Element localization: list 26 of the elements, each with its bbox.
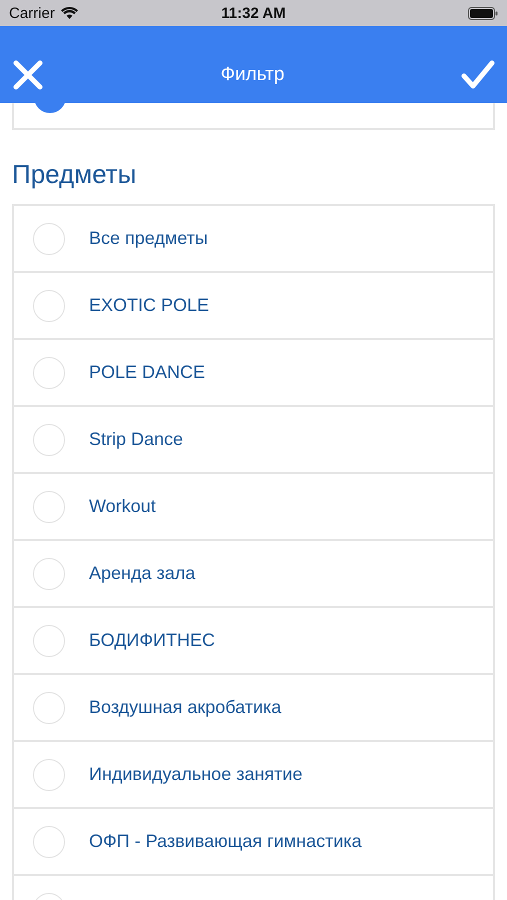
nav-title: Фильтр xyxy=(220,63,284,87)
list-item[interactable]: Воздушная акробатика xyxy=(14,675,493,742)
list-item[interactable]: Все предметы xyxy=(14,206,493,273)
item-label: БОДИФИТНЕС xyxy=(89,630,215,651)
list-item[interactable]: Аренда зала xyxy=(14,541,493,608)
section-title: Предметы xyxy=(12,158,138,191)
item-label: EXOTIC POLE xyxy=(89,295,210,316)
item-label: Workout xyxy=(89,496,156,517)
list-item[interactable]: Strip Dance xyxy=(14,407,493,474)
item-label: Все предметы xyxy=(89,228,208,249)
item-label: Strip Dance xyxy=(89,429,184,450)
item-label: Аренда зала xyxy=(89,563,196,584)
carrier-label: Carrier xyxy=(9,4,55,22)
item-label: ОФП - Развивающая гимнастика xyxy=(89,831,362,852)
list-item[interactable]: ОФП - Развивающая гимнастика xyxy=(14,809,493,876)
list-item[interactable]: Индивидуальное занятие xyxy=(14,742,493,809)
item-label: Воздушная акробатика xyxy=(89,697,282,718)
list-item[interactable]: POLE DANCE xyxy=(14,340,493,407)
battery-icon xyxy=(468,6,498,20)
list-item[interactable]: Workout xyxy=(14,474,493,541)
list-item[interactable]: EXOTIC POLE xyxy=(14,273,493,340)
list-item[interactable]: БОДИФИТНЕС xyxy=(14,608,493,675)
item-label: POLE DANCE xyxy=(89,362,206,383)
status-time: 11:32 AM xyxy=(221,4,286,22)
item-label: Индивидуальное занятие xyxy=(89,764,302,785)
wifi-icon xyxy=(60,7,78,19)
